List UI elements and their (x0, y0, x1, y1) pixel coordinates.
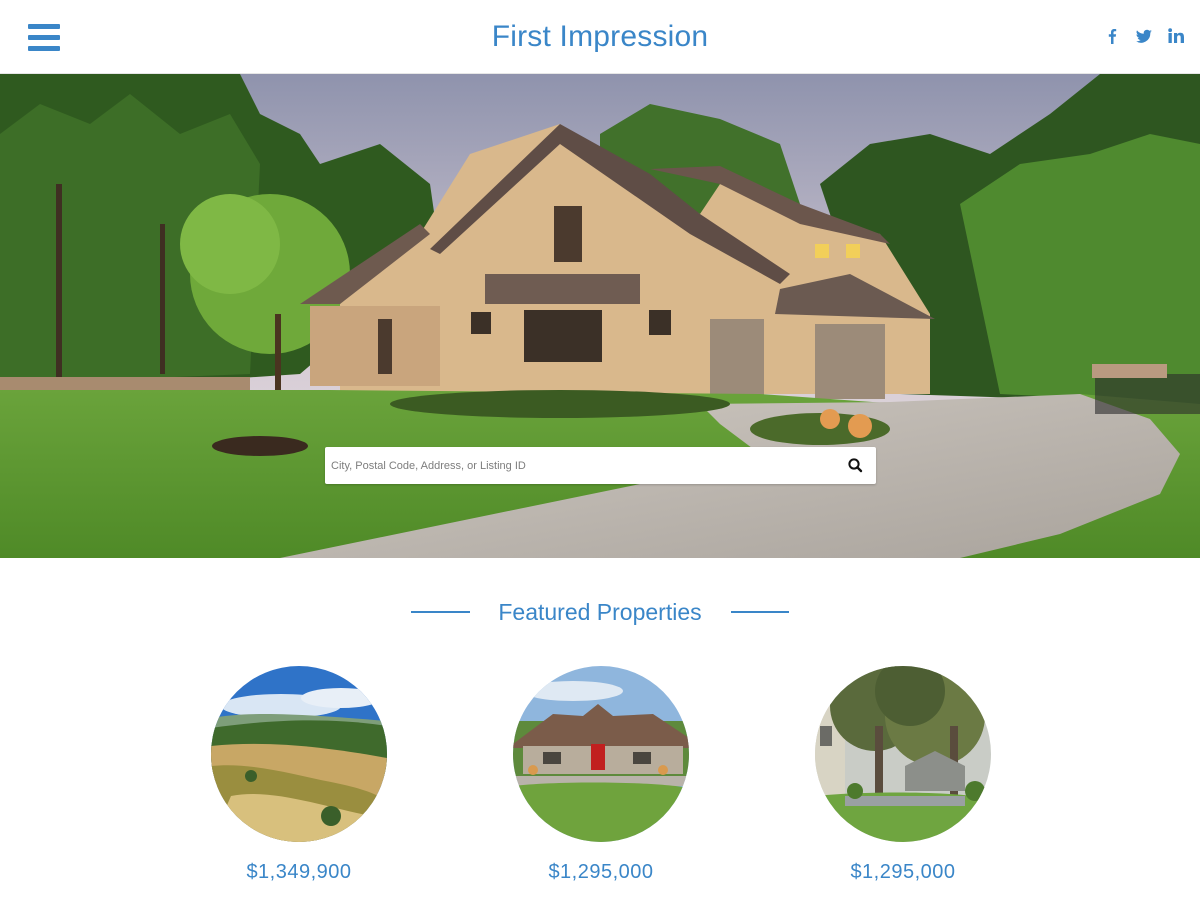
title-divider-right (731, 611, 789, 613)
property-card[interactable]: $1,295,000 (513, 666, 689, 884)
property-price[interactable]: $1,295,000 (815, 861, 991, 884)
property-price[interactable]: $1,349,900 (211, 861, 387, 884)
tree-shaded-home-photo[interactable] (815, 666, 991, 842)
property-card[interactable]: $1,295,000 (815, 666, 991, 884)
rolling-farmland-photo[interactable] (211, 666, 387, 842)
page: First Impression City, Postal Code, Addr… (0, 0, 1200, 900)
social-links (1102, 26, 1186, 46)
property-search (325, 447, 876, 484)
facebook-icon[interactable] (1102, 26, 1122, 46)
hero-banner (0, 74, 1200, 558)
single-story-home-photo[interactable] (513, 666, 689, 842)
twitter-icon[interactable] (1134, 26, 1154, 46)
site-brand[interactable]: First Impression (0, 20, 1200, 54)
property-price[interactable]: $1,295,000 (513, 861, 689, 884)
featured-title: Featured Properties (498, 599, 702, 625)
hero-house-photo (0, 74, 1200, 558)
property-card[interactable]: $1,349,900 (211, 666, 387, 884)
featured-properties: Featured Properties $1,349,900 $1,295,00… (0, 558, 1200, 900)
site-header: First Impression (0, 0, 1200, 74)
search-icon[interactable] (847, 457, 864, 474)
search-input[interactable] (325, 447, 835, 484)
linkedin-icon[interactable] (1166, 26, 1186, 46)
